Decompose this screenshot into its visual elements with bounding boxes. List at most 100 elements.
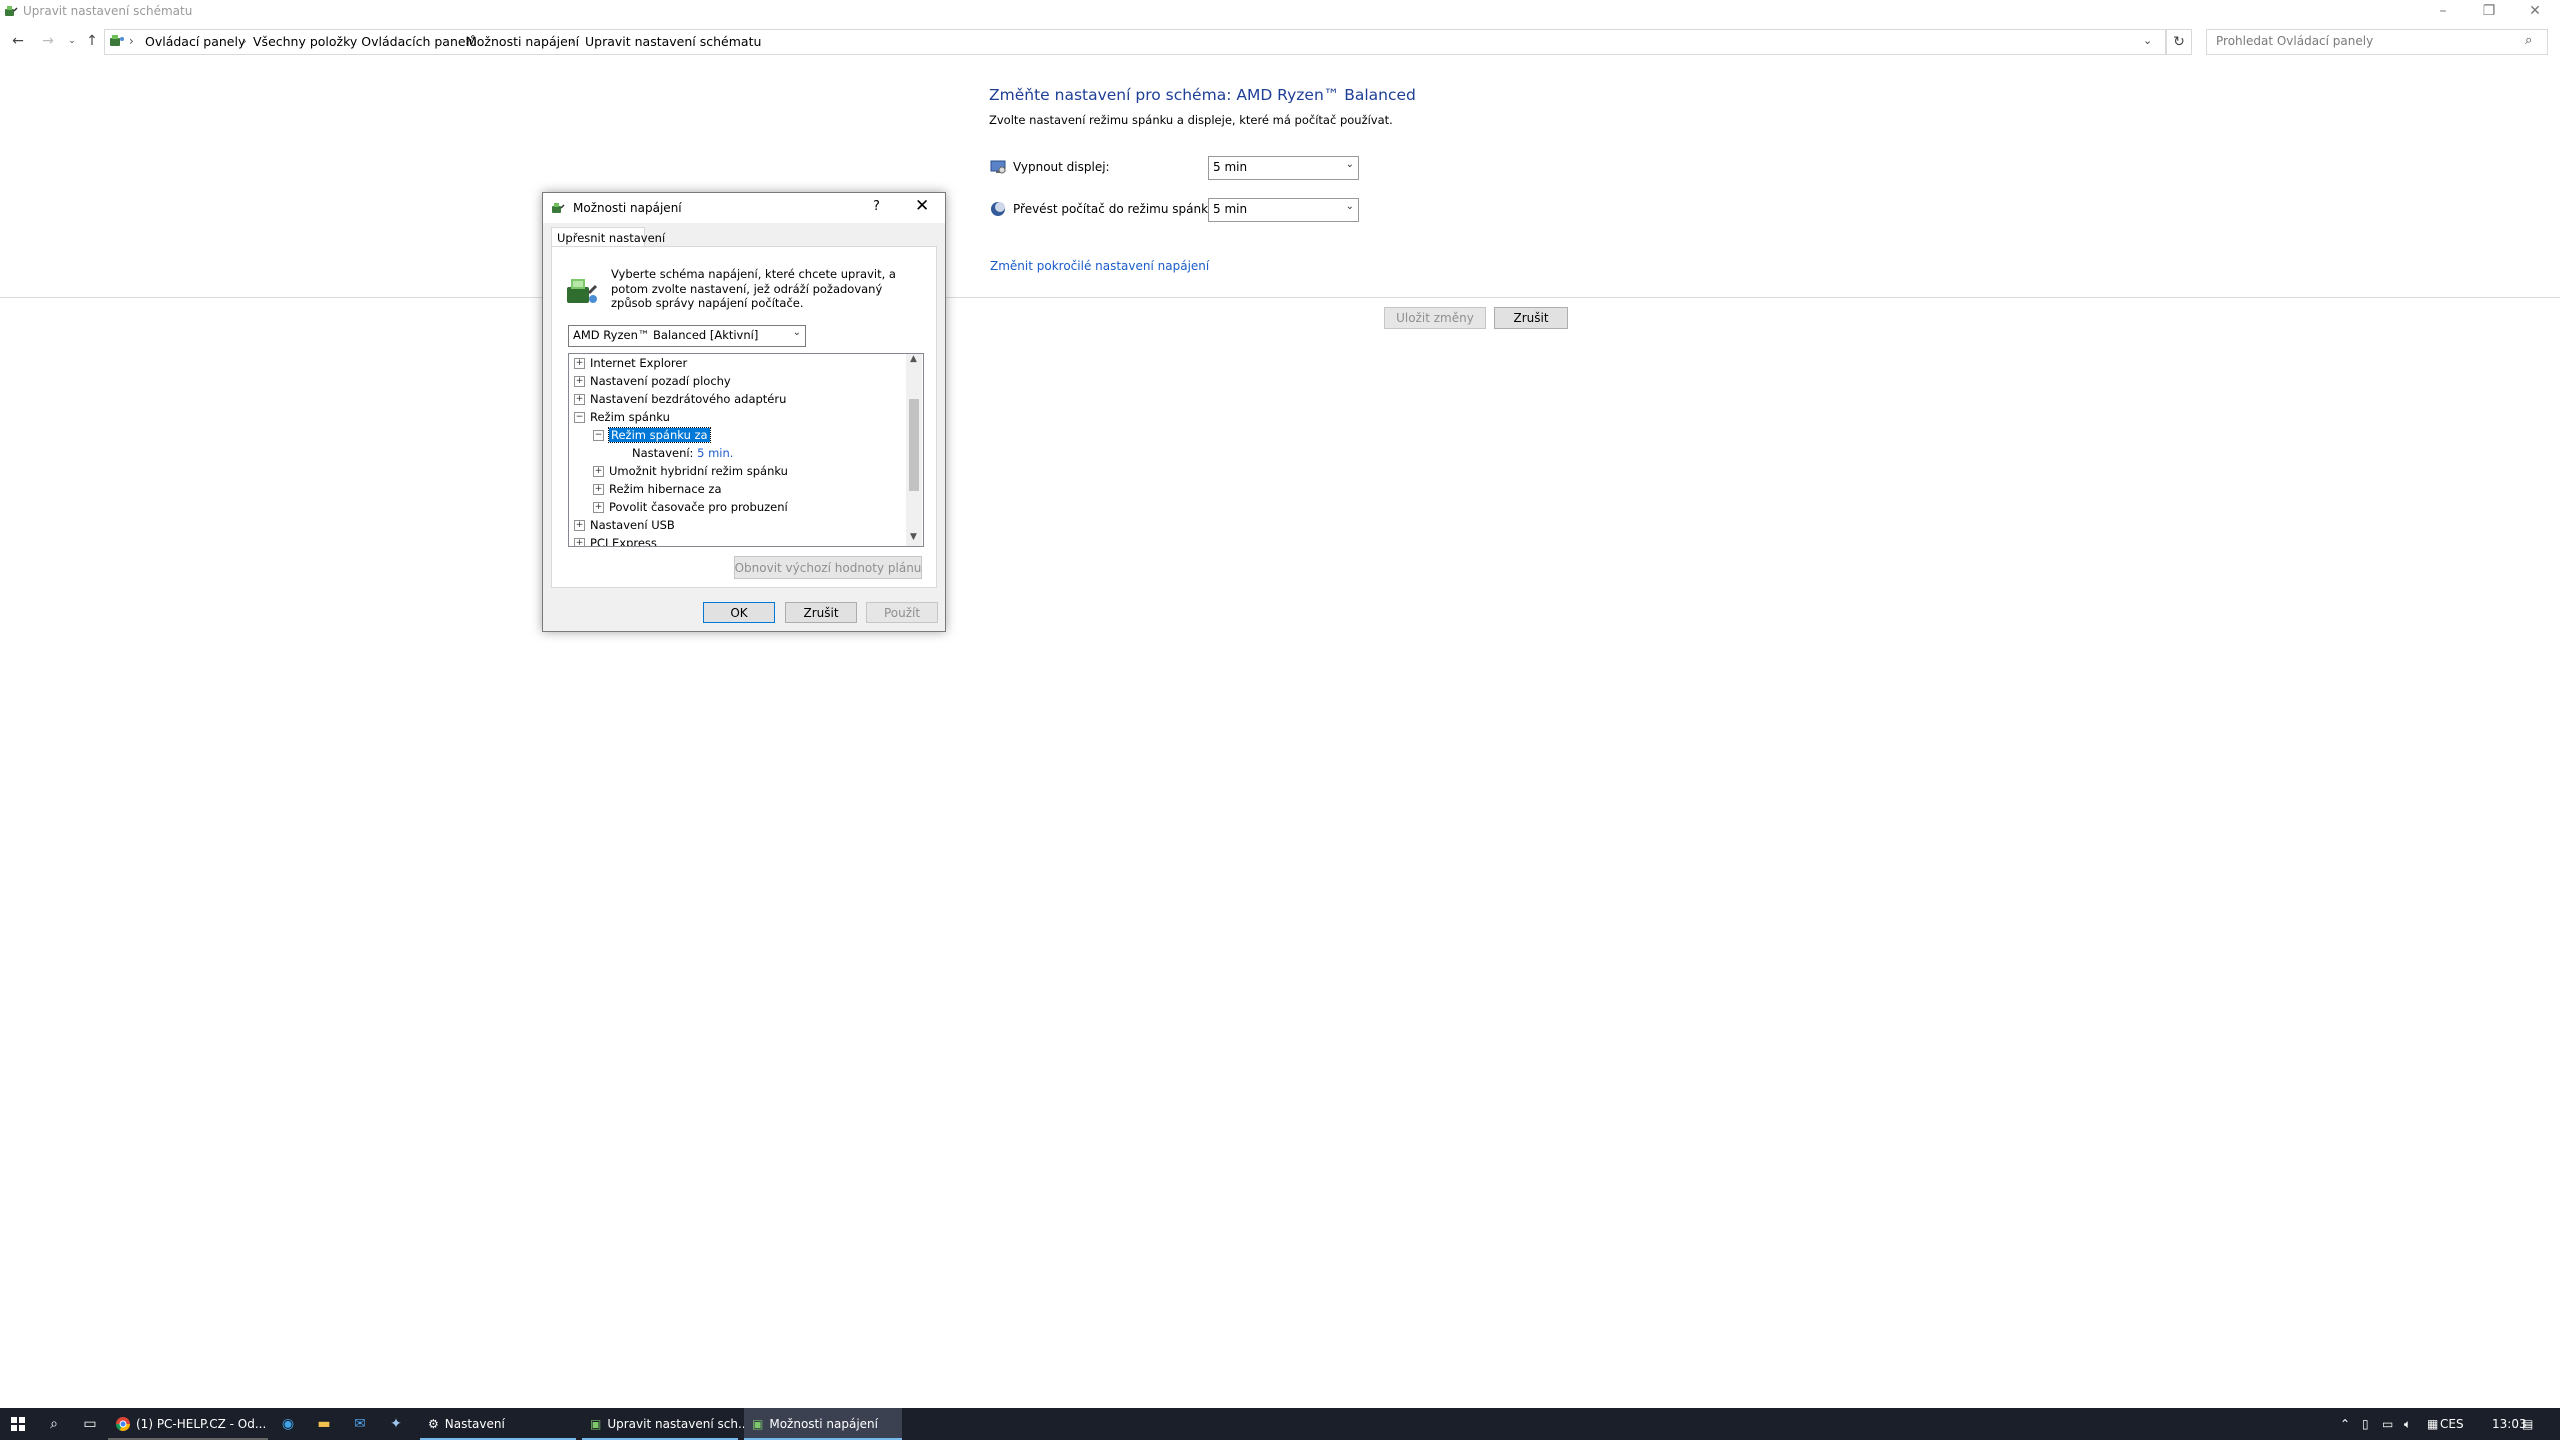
- tab-advanced-settings[interactable]: Upřesnit nastavení: [551, 227, 665, 248]
- moon-icon: [991, 202, 1005, 216]
- tree-item[interactable]: + Nastavení USB: [574, 516, 675, 534]
- mail-icon[interactable]: ✉: [342, 1408, 378, 1440]
- tree-item-label: Nastavení USB: [590, 518, 675, 532]
- expand-icon[interactable]: +: [593, 501, 604, 513]
- tree-item-label: Nastavení pozadí plochy: [590, 374, 731, 388]
- task-view-icon[interactable]: ▭: [72, 1408, 108, 1440]
- show-hidden-icons-chevron-icon[interactable]: ⌃: [2340, 1408, 2350, 1440]
- chevron-down-icon: ⌄: [1345, 159, 1354, 170]
- dialog-cancel-button[interactable]: Zrušit: [785, 602, 857, 623]
- turn-off-display-select[interactable]: 5 min ⌄: [1208, 156, 1359, 180]
- window-title-bar: Upravit nastavení schématu – ❐ ✕: [0, 0, 2560, 22]
- tab-label: Upřesnit nastavení: [557, 231, 666, 245]
- tree-item-label: Nastavení bezdrátového adaptéru: [590, 392, 787, 406]
- setting-value[interactable]: 5 min.: [697, 446, 733, 460]
- task-label: (1) PC-HELP.CZ - Od...: [136, 1417, 267, 1431]
- tree-setting-row[interactable]: Nastavení: 5 min.: [632, 444, 733, 462]
- tree-item-label: PCI Express: [590, 536, 657, 547]
- clock[interactable]: 13:03: [2480, 1408, 2527, 1440]
- notifications-icon[interactable]: ▤: [2522, 1408, 2533, 1440]
- apply-button[interactable]: Použít: [866, 602, 938, 623]
- file-explorer-icon[interactable]: ▬: [306, 1408, 342, 1440]
- window-title: Upravit nastavení schématu: [23, 4, 193, 18]
- search-icon[interactable]: ⌕: [2525, 33, 2532, 48]
- settings-tree[interactable]: + Internet Explorer + Nastavení pozadí plo…: [568, 353, 924, 547]
- battery-icon[interactable]: ▯: [2362, 1408, 2369, 1440]
- refresh-icon[interactable]: ↻: [2166, 29, 2192, 55]
- taskbar-task-edit-plan[interactable]: ▣ Upravit nastavení sch...: [582, 1408, 749, 1440]
- volume-icon[interactable]: 🔈︎: [2404, 1408, 2411, 1440]
- tree-item[interactable]: − Režim spánku: [574, 408, 670, 426]
- breadcrumb-separator: ›: [570, 34, 575, 48]
- dialog-title: Možnosti napájení: [573, 201, 682, 215]
- back-arrow-icon[interactable]: ←: [8, 30, 28, 52]
- cancel-button[interactable]: Zrušit: [1494, 307, 1568, 329]
- expand-icon[interactable]: +: [574, 375, 585, 387]
- breadcrumb-separator: ›: [242, 34, 247, 48]
- tree-item[interactable]: + Nastavení pozadí plochy: [574, 372, 731, 390]
- taskbar: ⌕ ▭ (1) PC-HELP.CZ - Od... ◉ ▬ ✉ ✦ ⚙ Nas…: [0, 1408, 2560, 1440]
- save-changes-button[interactable]: Uložit změny: [1384, 307, 1486, 329]
- chrome-icon: [116, 1417, 130, 1431]
- search-input[interactable]: Prohledat Ovládací panely ⌕: [2206, 29, 2548, 55]
- taskbar-task-settings[interactable]: ⚙ Nastavení: [420, 1408, 580, 1440]
- control-panel-icon: [110, 35, 124, 46]
- restore-plan-defaults-button[interactable]: Obnovit výchozí hodnoty plánu: [734, 556, 922, 579]
- restore-button[interactable]: ❐: [2466, 0, 2512, 22]
- page-title: Změňte nastavení pro schéma: AMD Ryzen™ …: [989, 86, 1416, 104]
- address-bar[interactable]: › Ovládací panely › Všechny položky Ovlá…: [104, 29, 2166, 55]
- tree-scrollbar[interactable]: ▲ ▼: [906, 354, 922, 546]
- expand-icon[interactable]: +: [574, 393, 585, 405]
- power-options-icon: [552, 203, 565, 213]
- windows-start-icon[interactable]: [0, 1408, 36, 1440]
- tree-item[interactable]: + Povolit časovače pro probuzení: [593, 498, 788, 516]
- tree-item[interactable]: + Internet Explorer: [574, 354, 687, 372]
- collapse-icon[interactable]: −: [574, 411, 585, 423]
- breadcrumb-all-items[interactable]: Všechny položky Ovládacích panelů: [253, 34, 477, 49]
- expand-icon[interactable]: +: [593, 483, 604, 495]
- dialog-description: Vyberte schéma napájení, které chcete up…: [611, 267, 896, 310]
- address-dropdown-chevron-icon[interactable]: ⌄: [2143, 34, 2152, 47]
- chevron-down-icon: ⌄: [792, 327, 801, 338]
- divider: [0, 297, 2560, 298]
- keyboard-icon[interactable]: ▦: [2427, 1408, 2438, 1440]
- close-button[interactable]: ✕: [2512, 0, 2558, 22]
- scroll-down-icon[interactable]: ▼: [910, 532, 917, 542]
- scroll-up-icon[interactable]: ▲: [910, 354, 917, 364]
- network-icon[interactable]: ▭: [2382, 1408, 2393, 1440]
- taskbar-task-chrome[interactable]: (1) PC-HELP.CZ - Od...: [108, 1408, 268, 1440]
- advanced-settings-link[interactable]: Změnit pokročilé nastavení napájení: [990, 259, 1209, 273]
- expand-icon[interactable]: +: [574, 519, 585, 531]
- breadcrumb-edit-plan[interactable]: Upravit nastavení schématu: [585, 34, 761, 49]
- minimize-button[interactable]: –: [2420, 0, 2466, 22]
- sleep-select[interactable]: 5 min ⌄: [1208, 198, 1359, 222]
- breadcrumb-control-panel[interactable]: Ovládací panely: [145, 34, 245, 49]
- ok-button[interactable]: OK: [703, 602, 775, 623]
- edge-icon[interactable]: ◉: [270, 1408, 306, 1440]
- expand-icon[interactable]: +: [574, 357, 585, 369]
- dialog-close-button[interactable]: ✕: [915, 196, 929, 216]
- expand-icon[interactable]: +: [593, 465, 604, 477]
- sleep-value: 5 min: [1213, 202, 1248, 216]
- power-options-dialog: Možnosti napájení ? ✕ Upřesnit nastavení…: [542, 192, 946, 632]
- turn-off-display-label: Vypnout displej:: [1013, 160, 1110, 174]
- forward-arrow-icon[interactable]: →: [38, 30, 58, 52]
- up-arrow-icon[interactable]: ↑: [82, 30, 102, 52]
- taskbar-task-power-options[interactable]: ▣ Možnosti napájení: [744, 1408, 902, 1440]
- scrollbar-thumb[interactable]: [909, 399, 919, 491]
- steam-icon[interactable]: ✦: [378, 1408, 414, 1440]
- help-button[interactable]: ?: [873, 199, 880, 214]
- power-plan-select[interactable]: AMD Ryzen™ Balanced [Aktivní] ⌄: [568, 325, 806, 347]
- tree-item[interactable]: + Režim hibernace za: [593, 480, 722, 498]
- language-indicator[interactable]: CES: [2440, 1408, 2464, 1440]
- search-icon[interactable]: ⌕: [36, 1408, 72, 1440]
- recent-locations-chevron-icon[interactable]: ⌄: [62, 30, 82, 52]
- tree-item[interactable]: + PCI Express: [574, 534, 657, 547]
- tree-item[interactable]: + Umožnit hybridní režim spánku: [593, 462, 788, 480]
- tree-item-selected[interactable]: − Režim spánku za: [593, 426, 711, 444]
- task-label: Možnosti napájení: [769, 1417, 878, 1431]
- tree-item[interactable]: + Nastavení bezdrátového adaptéru: [574, 390, 786, 408]
- breadcrumb-power-options[interactable]: Možnosti napájení: [466, 34, 579, 49]
- expand-icon[interactable]: +: [574, 537, 585, 546]
- collapse-icon[interactable]: −: [593, 429, 604, 441]
